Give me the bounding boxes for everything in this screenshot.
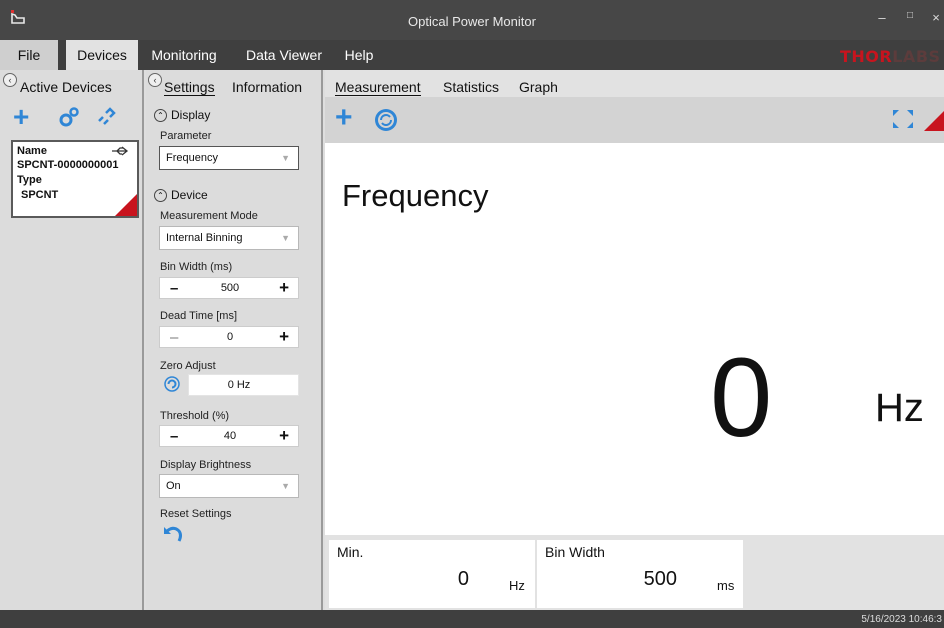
device-status-corner (115, 194, 137, 216)
decrement-button[interactable]: – (170, 428, 178, 445)
stat-bin-width-value: 500 (643, 568, 677, 590)
device-type-label: Type (17, 174, 42, 186)
device-section[interactable]: ⌃ Device (154, 188, 208, 203)
display-brightness-label: Display Brightness (160, 459, 252, 471)
maximize-icon[interactable]: □ (900, 10, 920, 28)
add-device-icon[interactable]: + (13, 103, 29, 131)
measurement-panel: Measurement Statistics Graph + Frequency… (325, 70, 944, 610)
display-brightness-dropdown[interactable]: On ▼ (159, 474, 299, 498)
active-devices-header: Active Devices (20, 79, 112, 95)
increment-button[interactable]: + (279, 278, 289, 298)
menu-bar: File Devices Monitoring Data Viewer Help… (0, 40, 944, 70)
tab-measurement[interactable]: Measurement (335, 79, 421, 96)
device-settings-icon[interactable] (58, 106, 80, 128)
tab-statistics[interactable]: Statistics (443, 79, 499, 95)
active-devices-panel: ‹ Active Devices + Name SPCNT-0000000001… (0, 70, 144, 610)
stat-bin-width: Bin Width 500 ms (537, 540, 743, 608)
dead-time-label: Dead Time [ms] (160, 310, 238, 322)
stat-bin-width-label: Bin Width (545, 544, 605, 560)
device-name-value: SPCNT-0000000001 (17, 159, 119, 171)
usb-icon (112, 146, 129, 156)
window-title: Optical Power Monitor (408, 14, 536, 29)
measurement-display: Frequency 0 Hz (325, 143, 944, 535)
add-icon[interactable]: + (335, 103, 353, 133)
measurement-value: 0 (710, 335, 773, 460)
measurement-unit: Hz (875, 386, 924, 430)
collapse-settings-icon[interactable]: ‹ (148, 73, 162, 87)
refresh-icon[interactable] (164, 376, 180, 392)
dead-time-value[interactable]: 0 (200, 331, 260, 343)
parameter-title: Frequency (342, 178, 489, 213)
minimize-icon[interactable]: – (872, 10, 892, 28)
stat-bin-width-unit: ms (717, 578, 735, 593)
chevron-up-icon: ⌃ (154, 189, 167, 203)
close-icon[interactable]: × (926, 10, 944, 28)
tab-graph[interactable]: Graph (519, 79, 558, 95)
collapse-left-icon[interactable]: ‹ (3, 73, 17, 87)
increment-button[interactable]: + (279, 327, 289, 347)
tab-information[interactable]: Information (232, 79, 302, 95)
measurement-mode-dropdown[interactable]: Internal Binning ▼ (159, 226, 299, 250)
settings-panel: ‹ Settings Information ⌃ Display Paramete… (146, 70, 323, 610)
fullscreen-icon[interactable] (891, 108, 915, 130)
device-card[interactable]: Name SPCNT-0000000001 Type SPCNT (11, 140, 139, 218)
chevron-down-icon: ▼ (281, 233, 290, 243)
menu-monitoring[interactable]: Monitoring (140, 40, 228, 70)
status-corner (924, 111, 944, 131)
chevron-down-icon: ▼ (281, 153, 290, 163)
reset-settings-label: Reset Settings (160, 508, 232, 520)
menu-devices[interactable]: Devices (66, 40, 138, 70)
status-bar: 5/16/2023 10:46:3 (0, 610, 944, 628)
zero-adjust-value: 0 Hz (227, 379, 251, 391)
menu-help[interactable]: Help (336, 40, 382, 70)
threshold-stepper: – 40 + (159, 425, 299, 447)
title-bar: Optical Power Monitor – □ × (0, 0, 944, 40)
increment-button[interactable]: + (279, 426, 289, 446)
threshold-label: Threshold (%) (160, 410, 230, 422)
thorlabs-logo: THORLABS (840, 47, 941, 66)
measurement-mode-label: Measurement Mode (160, 210, 258, 222)
dead-time-stepper: – 0 + (159, 326, 299, 348)
bin-width-label: Bin Width (ms) (160, 261, 233, 273)
display-section[interactable]: ⌃ Display (154, 108, 210, 123)
bin-width-stepper: – 500 + (159, 277, 299, 299)
device-type-value: SPCNT (21, 189, 59, 201)
bin-width-value[interactable]: 500 (200, 282, 260, 294)
stat-min-label: Min. (337, 544, 364, 560)
parameter-label: Parameter (160, 130, 212, 142)
sync-icon[interactable] (374, 108, 398, 132)
decrement-button[interactable]: – (170, 280, 178, 297)
tab-settings[interactable]: Settings (164, 79, 215, 96)
zero-adjust-field: 0 Hz (188, 374, 299, 396)
measurement-toolbar: + (325, 97, 944, 143)
device-name-label: Name (17, 145, 47, 157)
stat-min: Min. 0 Hz (329, 540, 535, 608)
parameter-dropdown[interactable]: Frequency ▼ (159, 146, 299, 170)
chevron-up-icon: ⌃ (154, 109, 167, 123)
threshold-value[interactable]: 40 (200, 430, 260, 442)
status-timestamp: 5/16/2023 10:46:3 (861, 614, 942, 625)
zero-adjust-label: Zero Adjust (160, 360, 216, 372)
stat-min-unit: Hz (509, 578, 525, 593)
undo-icon[interactable] (162, 525, 184, 543)
decrement-button[interactable]: – (170, 329, 178, 346)
menu-data-viewer[interactable]: Data Viewer (238, 40, 330, 70)
menu-file[interactable]: File (0, 40, 58, 70)
stat-min-value: 0 (457, 568, 469, 590)
chevron-down-icon: ▼ (281, 481, 290, 491)
connect-link-icon[interactable] (96, 107, 116, 127)
